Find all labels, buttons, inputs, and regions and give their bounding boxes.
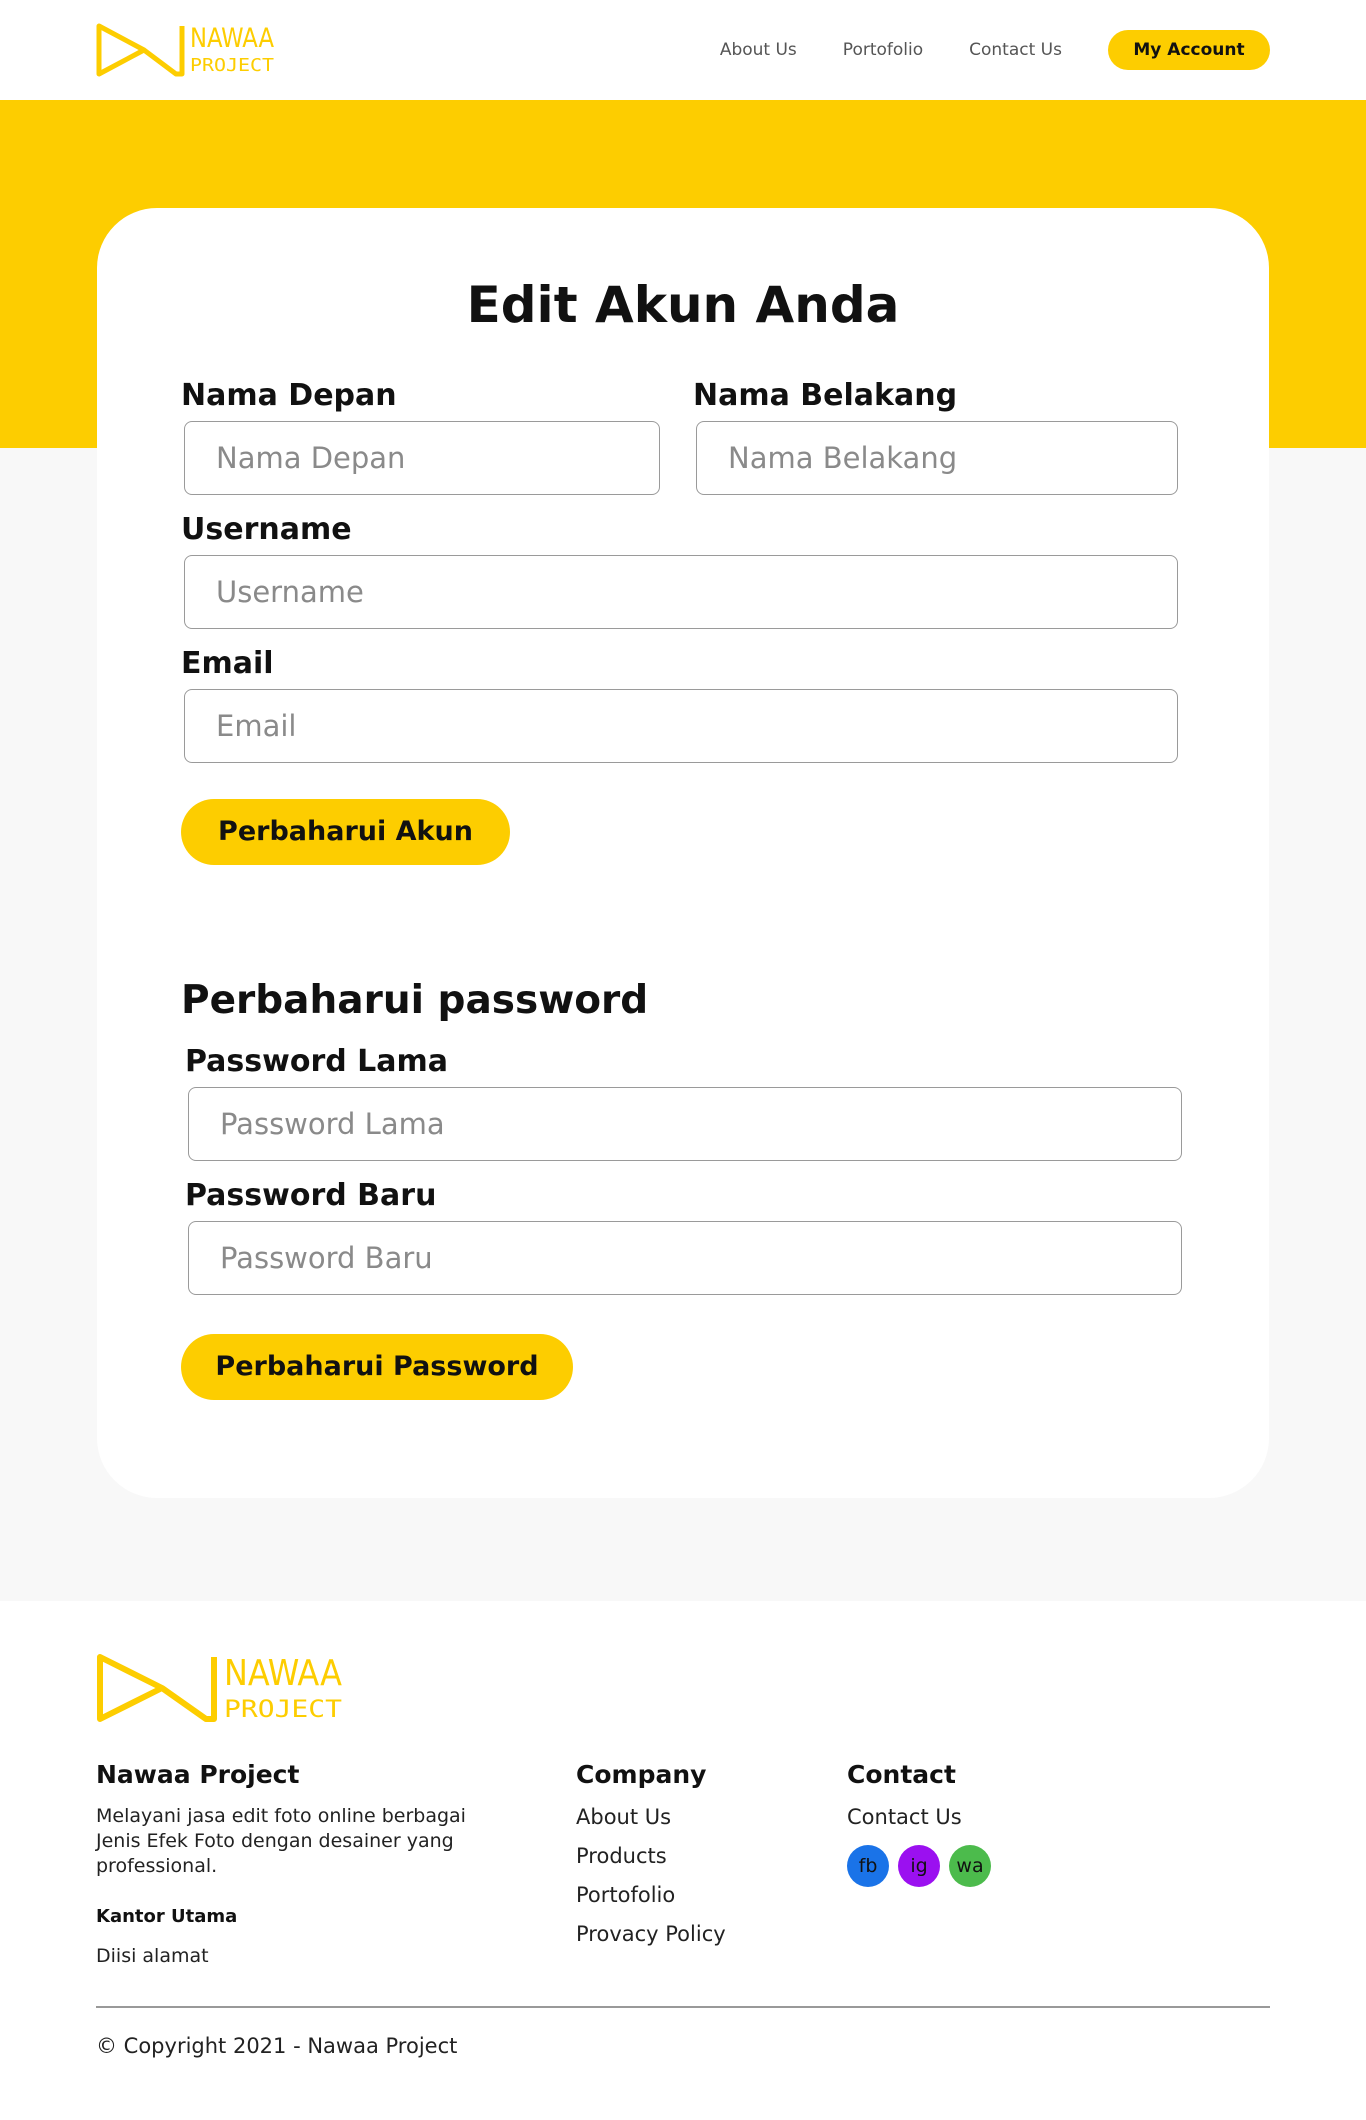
email-label: Email (181, 646, 274, 681)
update-account-button[interactable]: Perbaharui Akun (181, 799, 510, 865)
page-title: Edit Akun Anda (466, 276, 900, 334)
footer-divider (96, 2006, 1270, 2008)
username-input[interactable] (184, 555, 1178, 629)
nav-about-us[interactable]: About Us (720, 30, 797, 70)
footer-link-portofolio[interactable]: Portofolio (576, 1883, 675, 1907)
update-password-button[interactable]: Perbaharui Password (181, 1334, 573, 1400)
footer-office-label: Kantor Utama (96, 1906, 238, 1927)
whatsapp-icon[interactable]: wa (949, 1845, 991, 1887)
footer-about-title: Nawaa Project (96, 1760, 300, 1789)
footer-about-description: Melayani jasa edit foto online berbagai … (96, 1805, 466, 1877)
footer-link-products[interactable]: Products (576, 1844, 667, 1868)
username-label: Username (181, 512, 352, 547)
main-nav: About Us Portofolio Contact Us My Accoun… (720, 30, 1270, 70)
facebook-icon[interactable]: fb (847, 1845, 889, 1887)
svg-text:NAWAA: NAWAA (224, 1653, 342, 1694)
svg-text:NAWAA: NAWAA (190, 23, 274, 54)
brand-logo[interactable]: NAWAA PROJECT (96, 20, 276, 80)
svg-text:PROJECT: PROJECT (190, 55, 274, 76)
edit-account-card: Edit Akun Anda Nama Depan Nama Belakang … (97, 208, 1269, 1498)
nav-portofolio[interactable]: Portofolio (843, 30, 923, 70)
footer-link-privacy-policy[interactable]: Provacy Policy (576, 1922, 726, 1946)
footer-link-contact-us[interactable]: Contact Us (847, 1805, 962, 1829)
first-name-input[interactable] (184, 421, 660, 495)
first-name-label: Nama Depan (181, 378, 397, 413)
footer-link-about-us[interactable]: About Us (576, 1805, 671, 1829)
last-name-input[interactable] (696, 421, 1178, 495)
last-name-label: Nama Belakang (693, 378, 958, 413)
site-footer: NAWAA PROJECT Nawaa Project Melayani jas… (0, 1601, 1366, 2120)
my-account-button[interactable]: My Account (1108, 30, 1270, 70)
svg-text:PROJECT: PROJECT (224, 1695, 342, 1723)
email-input[interactable] (184, 689, 1178, 763)
nav-contact-us[interactable]: Contact Us (969, 30, 1062, 70)
footer-company-title: Company (576, 1760, 707, 1789)
old-password-input[interactable] (188, 1087, 1182, 1161)
old-password-label: Password Lama (185, 1044, 449, 1079)
instagram-icon[interactable]: ig (898, 1845, 940, 1887)
footer-contact-title: Contact (847, 1760, 956, 1789)
site-header: NAWAA PROJECT About Us Portofolio Contac… (0, 0, 1366, 100)
password-section-title: Perbaharui password (181, 978, 649, 1023)
new-password-label: Password Baru (185, 1178, 437, 1213)
copyright-text: © Copyright 2021 - Nawaa Project (96, 2034, 458, 2058)
footer-address: Diisi alamat (96, 1945, 209, 1967)
footer-logo[interactable]: NAWAA PROJECT (96, 1649, 346, 1727)
new-password-input[interactable] (188, 1221, 1182, 1295)
